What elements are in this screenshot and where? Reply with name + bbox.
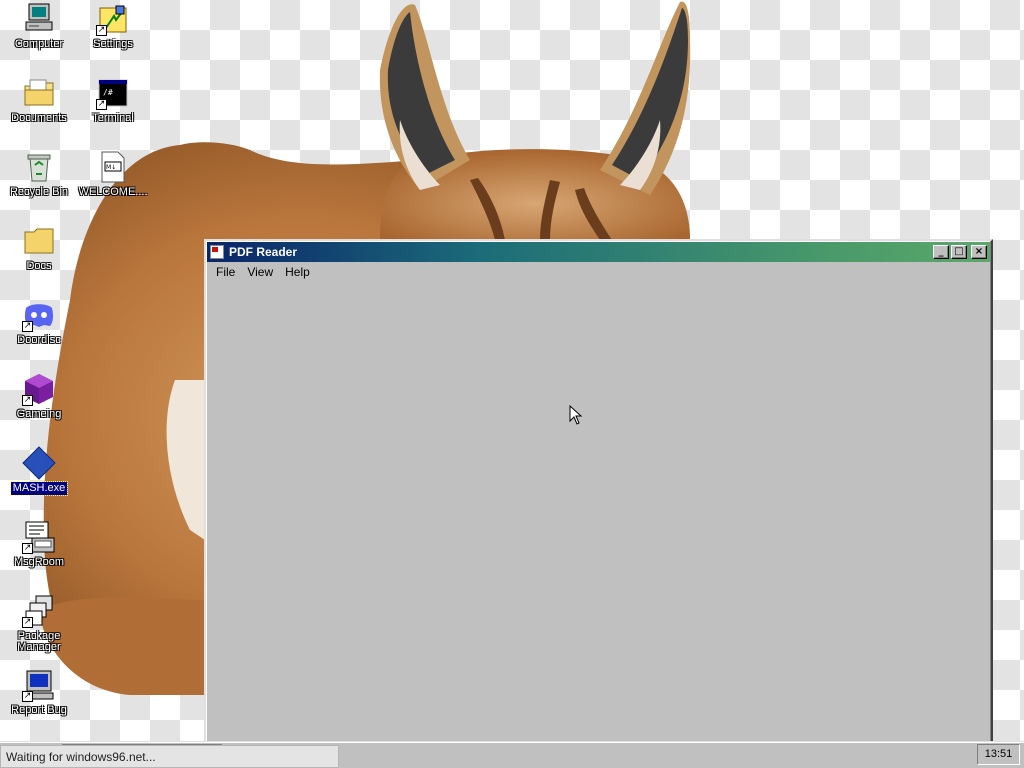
menu-bar: File View Help (206, 262, 991, 282)
desktop-icon-label: Package Manager (17, 630, 61, 653)
menu-help[interactable]: Help (279, 263, 316, 281)
desktop-icon-label: MsgRoom (13, 556, 65, 568)
desktop-icon-welcome[interactable]: M↓ WELCOME.... (76, 150, 150, 199)
computer-icon (22, 2, 56, 36)
desktop-icon-package-manager[interactable]: ↗ Package Manager (2, 594, 76, 654)
desktop-icon-label: MASH.exe (9, 481, 69, 496)
window-titlebar[interactable]: PDF Reader _ □ × (207, 242, 990, 262)
desktop-icon-label: WELCOME.... (78, 186, 148, 198)
desktop-icon-documents[interactable]: Documents (2, 76, 76, 125)
msgroom-icon: ↗ (22, 520, 56, 554)
settings-icon: ↗ (96, 2, 130, 36)
desktop-icon-docs[interactable]: Docs (2, 224, 76, 273)
desktop-icon-terminal[interactable]: /# ↗ Terminal (76, 76, 150, 125)
desktop-icon-doordisc[interactable]: ↗ Doordisc (2, 298, 76, 347)
minimize-icon: _ (938, 246, 944, 257)
desktop-icon-label: Gameing (16, 408, 62, 420)
terminal-icon: /# ↗ (96, 76, 130, 110)
desktop-icon-recycle-bin[interactable]: Recycle Bin (2, 150, 76, 199)
taskbar-clock[interactable]: 13:51 (977, 744, 1020, 765)
markdown-file-icon: M↓ (96, 150, 130, 184)
desktop-icon-label: Doordisc (17, 334, 61, 346)
desktop-icon-gameing[interactable]: ↗ Gameing (2, 372, 76, 421)
report-bug-icon: ↗ (22, 668, 56, 702)
desktop-icon-label: Report Bug (11, 704, 67, 716)
recycle-bin-icon (22, 150, 56, 184)
close-icon: × (974, 246, 984, 257)
svg-text:M↓: M↓ (106, 164, 116, 171)
desktop-icon-computer[interactable]: Computer (2, 2, 76, 51)
document-area[interactable] (208, 283, 989, 749)
desktop-icon-mash[interactable]: MASH.exe (2, 446, 76, 496)
desktop-icon-label: Docs (26, 260, 52, 272)
close-button[interactable]: × (971, 245, 987, 259)
pdf-reader-window[interactable]: PDF Reader _ □ × File View Help (204, 239, 993, 749)
minimize-button[interactable]: _ (933, 245, 949, 259)
desktop-icon-label: Recycle Bin (9, 186, 69, 198)
menu-file[interactable]: File (210, 263, 241, 281)
menu-view[interactable]: View (241, 263, 279, 281)
discord-icon: ↗ (22, 298, 56, 332)
folder-icon (22, 224, 56, 258)
window-title: PDF Reader (229, 245, 298, 259)
package-manager-icon: ↗ (22, 594, 56, 628)
desktop-icon-label: Settings (93, 38, 133, 50)
desktop-icon-label: Documents (11, 112, 67, 124)
desktop-icon-msgroom[interactable]: ↗ MsgRoom (2, 520, 76, 569)
desktop-icon-settings[interactable]: ↗ Settings (76, 2, 150, 51)
game-cube-icon: ↗ (22, 372, 56, 406)
documents-folder-icon (22, 76, 56, 110)
desktop-icon-label: Terminal (92, 112, 134, 124)
blue-diamond-icon (22, 446, 56, 480)
maximize-icon: □ (954, 246, 964, 257)
pdf-icon (210, 245, 224, 259)
loading-status-text: Waiting for windows96.net... (0, 745, 339, 768)
desktop-icon-label: Computer (14, 38, 64, 50)
mouse-cursor-icon (569, 405, 583, 425)
desktop-icon-report-bug[interactable]: ↗ Report Bug (2, 668, 76, 717)
maximize-button[interactable]: □ (951, 245, 967, 259)
svg-text:/#: /# (103, 88, 113, 97)
